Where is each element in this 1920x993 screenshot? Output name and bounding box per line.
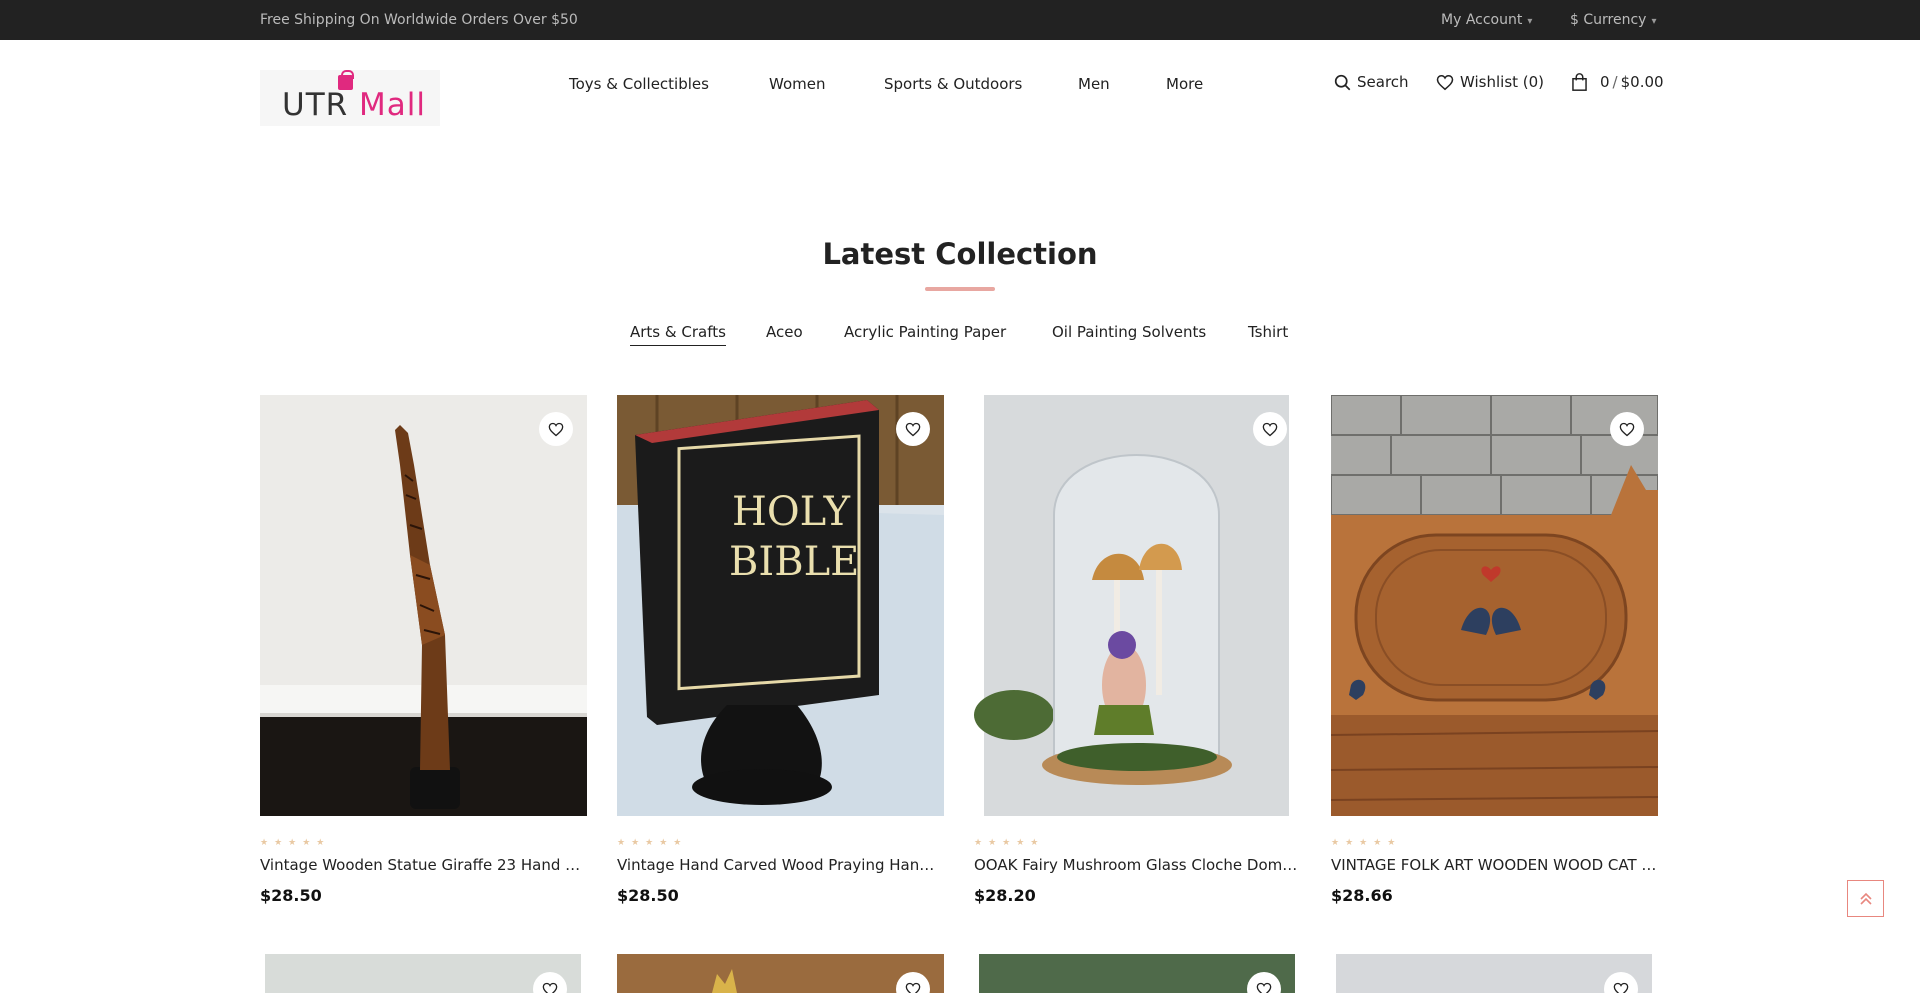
rating-stars: ★★★★★ bbox=[617, 838, 688, 848]
product-image-holy-bible[interactable]: HOLY BIBLE bbox=[617, 395, 944, 816]
chevron-down-icon: ▾ bbox=[1527, 16, 1533, 27]
nav-label: Men bbox=[1078, 75, 1110, 93]
product-name[interactable]: OOAK Fairy Mushroom Glass Cloche Dome Fi… bbox=[974, 856, 1301, 874]
product-price: $28.20 bbox=[974, 886, 1036, 905]
svg-text:HOLY: HOLY bbox=[732, 489, 851, 535]
wishlist-label: Wishlist (0) bbox=[1460, 73, 1545, 91]
add-to-wishlist-button[interactable] bbox=[1247, 972, 1281, 993]
cart-count: 0 bbox=[1600, 73, 1610, 91]
heart-icon bbox=[1436, 74, 1454, 90]
add-to-wishlist-button[interactable] bbox=[1604, 972, 1638, 993]
svg-text:BIBLE: BIBLE bbox=[729, 539, 859, 585]
tab-tshirt[interactable]: Tshirt bbox=[1248, 323, 1288, 341]
product-image-giraffe[interactable] bbox=[260, 395, 587, 816]
cart-total: $0.00 bbox=[1620, 73, 1664, 91]
heart-icon bbox=[1262, 422, 1278, 436]
heart-icon bbox=[905, 422, 921, 436]
double-chevron-up-icon bbox=[1859, 892, 1872, 905]
heart-icon bbox=[542, 982, 558, 993]
rating-stars: ★★★★★ bbox=[260, 838, 331, 848]
nav-label: Women bbox=[769, 75, 826, 93]
add-to-wishlist-button[interactable] bbox=[1253, 412, 1287, 446]
shipping-notice: Free Shipping On Worldwide Orders Over $… bbox=[260, 12, 578, 28]
heart-icon bbox=[1619, 422, 1635, 436]
site-logo[interactable]: UTR Mall bbox=[260, 70, 440, 126]
chevron-down-icon: ▾ bbox=[1651, 16, 1657, 27]
product-price: $28.50 bbox=[260, 886, 322, 905]
product-image-fairy-cloche[interactable] bbox=[974, 395, 1301, 816]
top-bar: Free Shipping On Worldwide Orders Over $… bbox=[0, 0, 1920, 40]
product-image-row2-3[interactable] bbox=[979, 954, 1295, 993]
product-price: $28.50 bbox=[617, 886, 679, 905]
product-photo bbox=[712, 969, 737, 993]
currency-label: $ Currency bbox=[1570, 12, 1647, 28]
heart-icon bbox=[1256, 982, 1272, 993]
fairy-mushroom-cloche-photo bbox=[974, 395, 1301, 816]
product-price: $28.66 bbox=[1331, 886, 1393, 905]
currency-menu[interactable]: $ Currency ▾ bbox=[1570, 12, 1656, 28]
wishlist-button[interactable]: Wishlist (0) bbox=[1436, 73, 1544, 91]
product-image-folk-art-tray[interactable] bbox=[1331, 395, 1658, 816]
product-name[interactable]: VINTAGE FOLK ART WOODEN WOOD CAT KITCHEN… bbox=[1331, 856, 1658, 874]
nav-item-women[interactable]: Women bbox=[769, 75, 825, 93]
title-underline bbox=[925, 287, 995, 291]
product-name[interactable]: Vintage Wooden Statue Giraffe 23 Hand ca… bbox=[260, 856, 584, 874]
add-to-wishlist-button[interactable] bbox=[896, 412, 930, 446]
tab-acrylic-painting-paper[interactable]: Acrylic Painting Paper bbox=[844, 323, 1006, 341]
add-to-wishlist-button[interactable] bbox=[539, 412, 573, 446]
my-account-menu[interactable]: My Account ▾ bbox=[1441, 12, 1532, 28]
section-title: Latest Collection bbox=[822, 237, 1098, 271]
heart-icon bbox=[1613, 982, 1629, 993]
nav-item-more[interactable]: More bbox=[1166, 75, 1203, 93]
heart-icon bbox=[548, 422, 564, 436]
holy-bible-carving-photo: HOLY BIBLE bbox=[617, 395, 944, 816]
tab-oil-painting-solvents[interactable]: Oil Painting Solvents bbox=[1052, 323, 1206, 341]
nav-item-sports-outdoors[interactable]: Sports & Outdoors bbox=[884, 75, 1022, 93]
tab-arts-crafts[interactable]: Arts & Crafts bbox=[630, 323, 726, 346]
cart-button[interactable]: 0 / $0.00 bbox=[1571, 73, 1664, 91]
add-to-wishlist-button[interactable] bbox=[1610, 412, 1644, 446]
shopping-bag-icon bbox=[1572, 73, 1587, 91]
add-to-wishlist-button[interactable] bbox=[533, 972, 567, 993]
product-image-row2-2[interactable] bbox=[617, 954, 944, 993]
nav-label: Sports & Outdoors bbox=[884, 75, 1023, 93]
rating-stars: ★★★★★ bbox=[974, 838, 1045, 848]
nav-label: Toys & Collectibles bbox=[569, 75, 709, 93]
product-image-row2-4[interactable] bbox=[1336, 954, 1652, 993]
nav-item-men[interactable]: Men bbox=[1078, 75, 1110, 93]
product-name[interactable]: Vintage Hand Carved Wood Praying Hands H… bbox=[617, 856, 941, 874]
search-icon bbox=[1334, 74, 1351, 90]
my-account-label: My Account bbox=[1441, 12, 1523, 28]
rating-stars: ★★★★★ bbox=[1331, 838, 1402, 848]
search-button[interactable]: Search bbox=[1334, 73, 1409, 91]
nav-label: More bbox=[1166, 75, 1204, 93]
heart-icon bbox=[905, 982, 921, 993]
logo-text-utr: UTR bbox=[282, 87, 360, 123]
cart-separator: / bbox=[1612, 73, 1618, 91]
back-to-top-button[interactable] bbox=[1847, 880, 1884, 917]
folk-art-cat-tray-photo bbox=[1331, 395, 1658, 816]
product-image-row2-1[interactable] bbox=[265, 954, 581, 993]
tab-aceo[interactable]: Aceo bbox=[766, 323, 803, 341]
logo-text-mall: Mall bbox=[359, 87, 426, 123]
giraffe-statue-photo bbox=[260, 395, 587, 816]
nav-item-toys-collectibles[interactable]: Toys & Collectibles bbox=[569, 75, 709, 93]
search-label: Search bbox=[1357, 73, 1409, 91]
